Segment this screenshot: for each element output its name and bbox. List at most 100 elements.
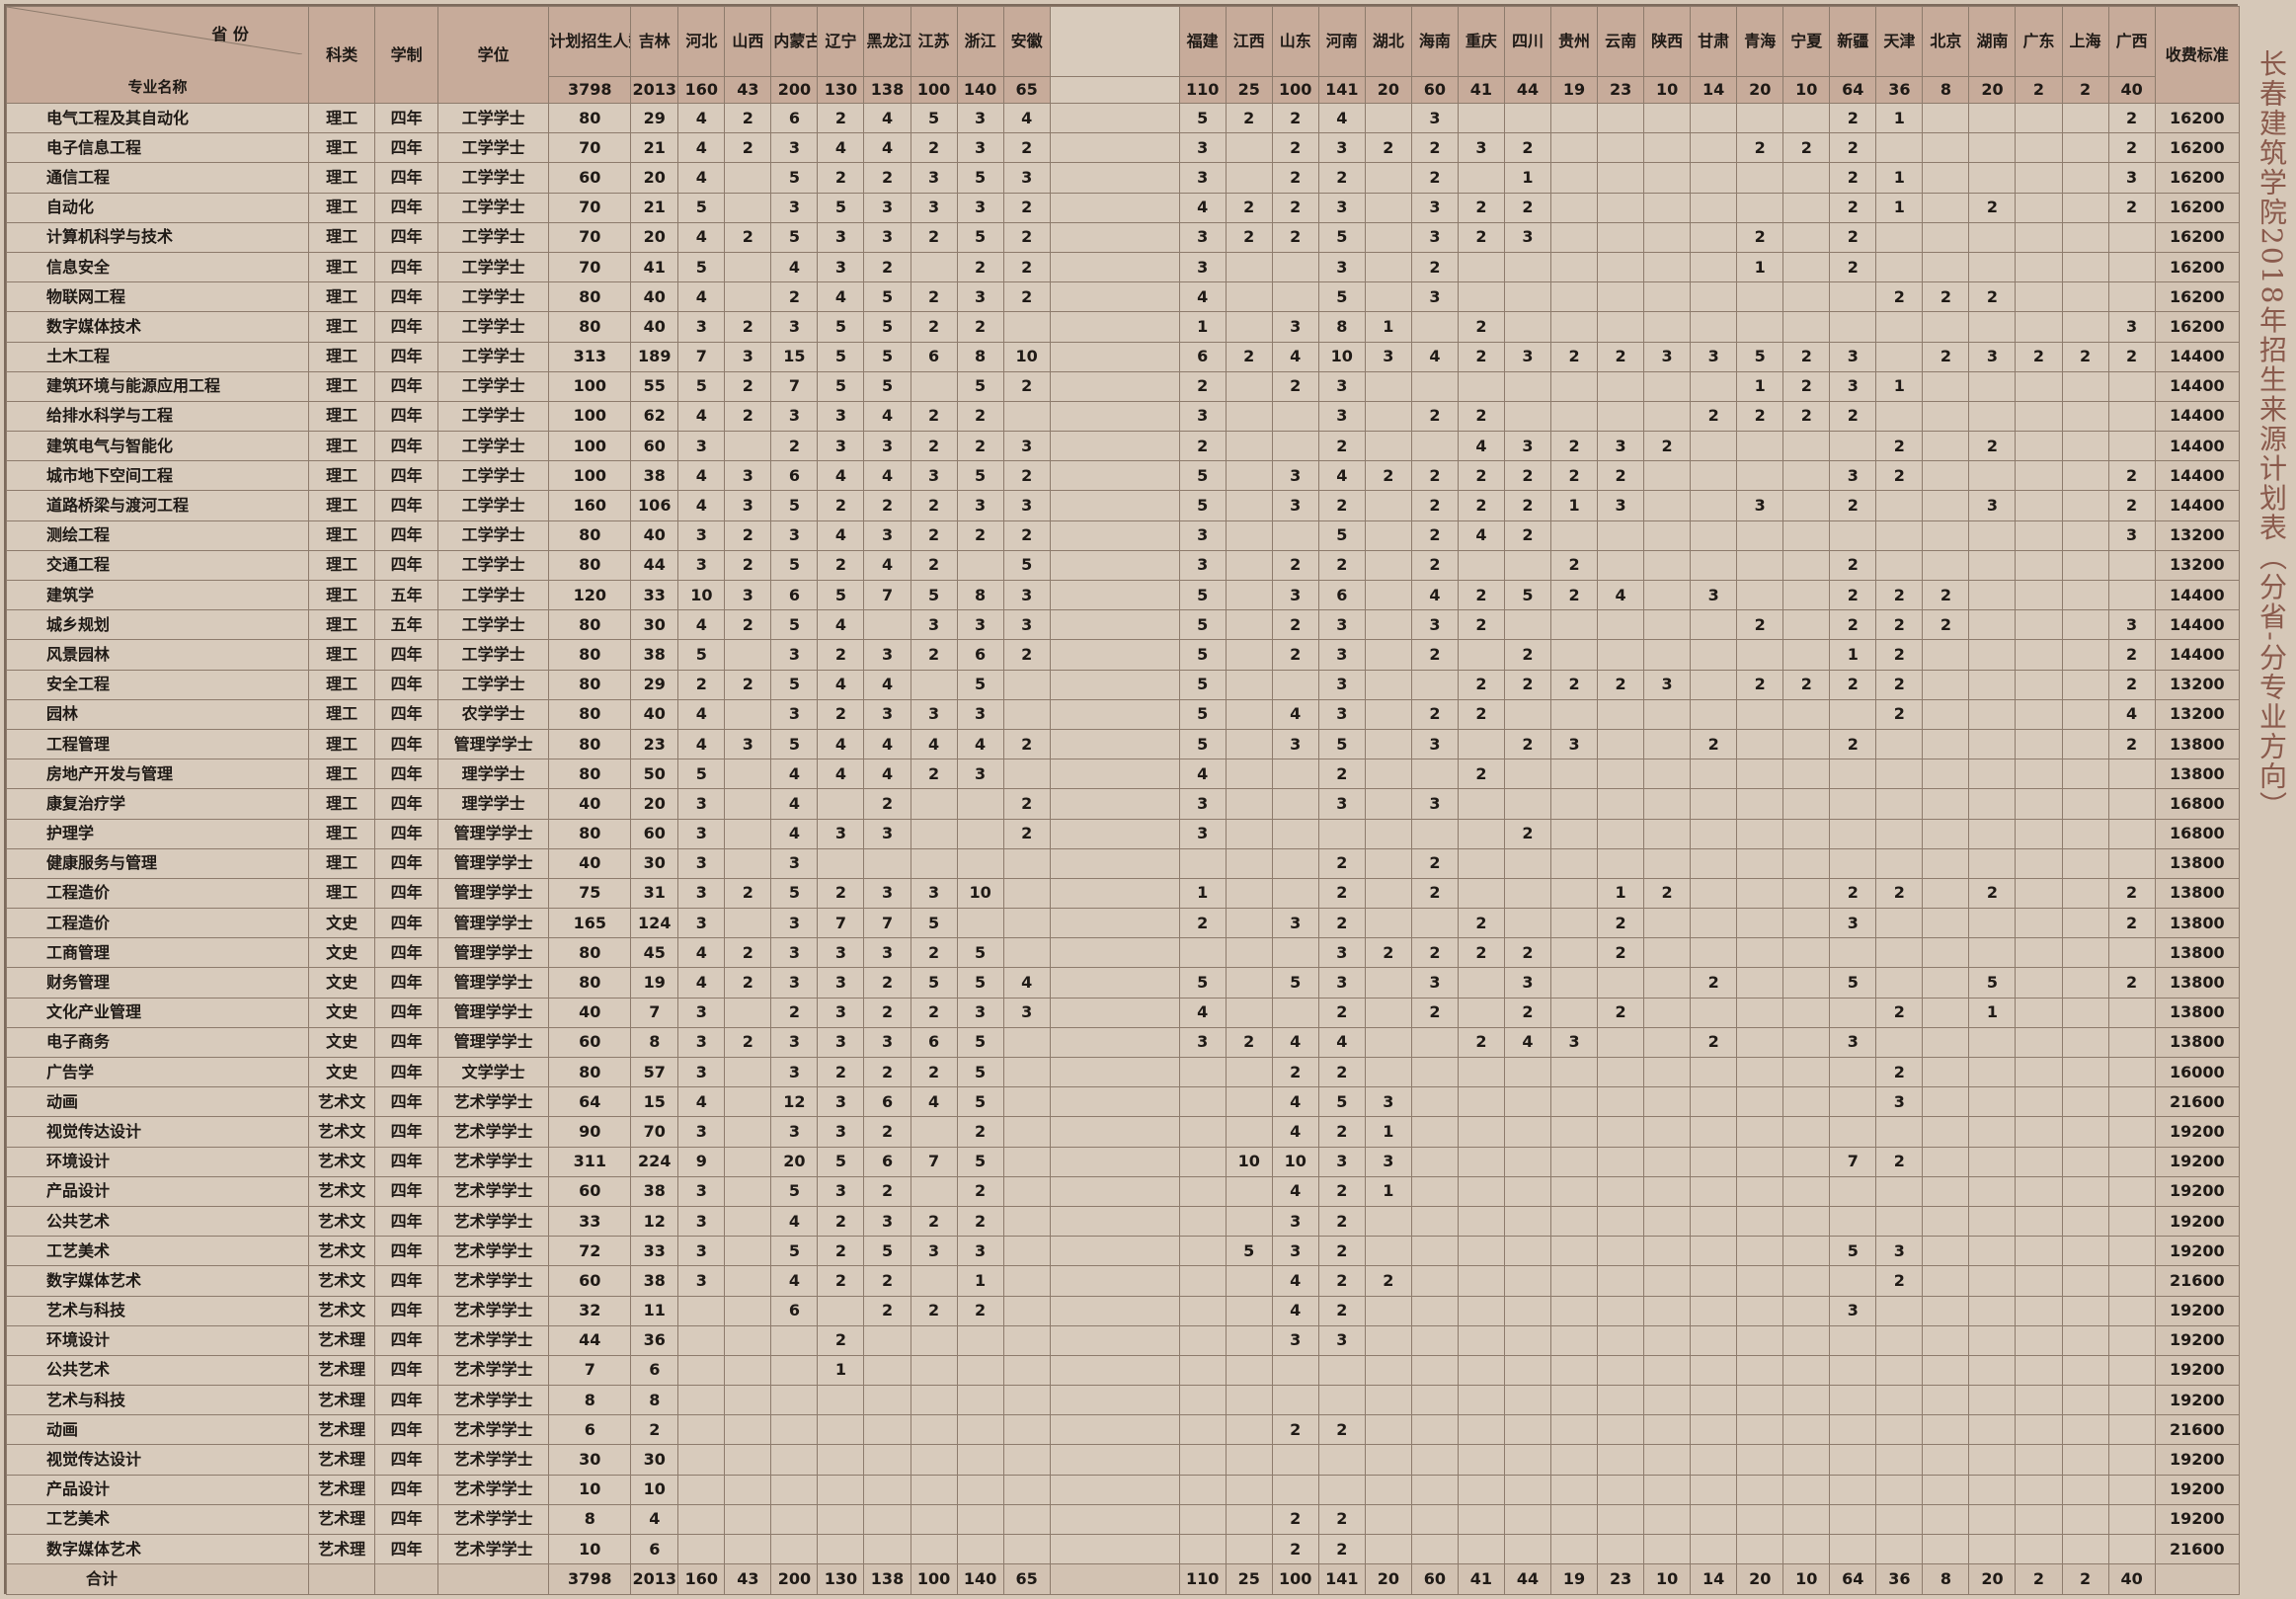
gap-cell [1049, 967, 1180, 999]
province-total: 140 [956, 76, 1004, 104]
province-count-cell: 3 [1271, 490, 1319, 521]
province-count-cell [1549, 102, 1599, 134]
province-count-cell [1690, 609, 1738, 641]
footer-province-total: 2 [2015, 1563, 2063, 1596]
province-count-cell: 2 [1271, 639, 1319, 671]
category-cell: 理工 [307, 877, 376, 910]
province-count-cell [1549, 1146, 1599, 1177]
province-count-cell [1922, 431, 1970, 462]
province-count-cell [910, 1503, 958, 1536]
province-count-cell [1271, 281, 1319, 313]
province-count-cell [1597, 1146, 1645, 1177]
province-count-cell [724, 1385, 772, 1416]
footer-province-total [1049, 1563, 1180, 1596]
province-count-cell: 5 [1317, 520, 1366, 551]
province-count-cell [2061, 370, 2109, 402]
province-count-cell [1922, 1056, 1970, 1088]
province-count-cell: 3 [1317, 967, 1366, 999]
province-count-cell: 2 [956, 400, 1004, 433]
footer-province-total: 40 [2107, 1563, 2156, 1596]
province-count-cell: 3 [677, 311, 726, 343]
province-count-cell: 1 [956, 1265, 1004, 1297]
province-count-cell: 2 [1875, 1146, 1924, 1177]
province-count-cell: 4 [1410, 579, 1459, 611]
province-count-cell: 3 [724, 341, 772, 372]
province-count-cell [1829, 1324, 1877, 1356]
major-name: 数字媒体艺术 [6, 1533, 309, 1565]
duration-cell: 四年 [374, 1265, 438, 1297]
degree-cell: 艺术学学士 [436, 1146, 550, 1177]
province-count-cell [910, 1116, 958, 1148]
category-cell: 理工 [307, 311, 376, 343]
footer-province-total: 2013 [630, 1563, 679, 1596]
province-count-cell [1364, 669, 1412, 700]
province-count-cell [1782, 1265, 1831, 1297]
province-header: 江西 [1225, 6, 1273, 77]
province-count-cell [1225, 490, 1273, 521]
province-count-cell: 2 [1829, 728, 1877, 760]
footer-plan-total: 3798 [548, 1563, 632, 1596]
province-count-cell [910, 1175, 958, 1207]
province-count-cell: 2 [1503, 997, 1552, 1028]
province-count-cell [1782, 1116, 1831, 1148]
duration-cell: 四年 [374, 1385, 438, 1416]
province-count-cell [1317, 1474, 1366, 1505]
province-header: 安徽 [1002, 6, 1051, 77]
duration-cell: 四年 [374, 162, 438, 194]
province-header: 上海 [2061, 6, 2109, 77]
category-cell: 理工 [307, 609, 376, 641]
province-count-cell [770, 1533, 819, 1565]
province-count-cell: 3 [956, 1236, 1004, 1267]
province-total: 110 [1178, 76, 1227, 104]
province-count-cell: 45 [630, 937, 679, 969]
province-count-cell: 5 [817, 579, 865, 611]
province-count-cell [1643, 370, 1692, 402]
fee-cell: 21600 [2154, 1414, 2241, 1446]
province-count-cell [1782, 937, 1831, 969]
province-count-cell: 1 [1549, 490, 1599, 521]
province-count-cell: 5 [770, 1236, 819, 1267]
plan-count-cell: 80 [548, 818, 632, 849]
degree-cell: 管理学学士 [436, 1026, 550, 1059]
province-count-cell: 3 [1002, 609, 1051, 641]
duration-cell: 四年 [374, 759, 438, 790]
province-count-cell: 3 [956, 192, 1004, 223]
footer-province-total: 60 [1410, 1563, 1459, 1596]
province-count-cell: 3 [1317, 370, 1366, 402]
province-count-cell [724, 639, 772, 671]
province-count-cell: 3 [863, 877, 911, 910]
major-name: 视觉传达设计 [6, 1444, 309, 1476]
province-count-cell [1782, 877, 1831, 910]
province-count-cell [1875, 1474, 1924, 1505]
province-count-cell [1597, 1026, 1645, 1059]
province-count-cell [1410, 1116, 1459, 1148]
province-count-cell: 5 [1317, 728, 1366, 760]
gap-cell [1049, 639, 1180, 671]
gap-cell [1049, 281, 1180, 313]
province-count-cell: 2 [1503, 669, 1552, 700]
province-count-cell: 2 [1317, 759, 1366, 790]
province-count-cell: 2 [1317, 1295, 1366, 1326]
province-count-cell: 3 [770, 192, 819, 223]
gap-cell [1049, 251, 1180, 283]
gap-cell [1049, 877, 1180, 910]
province-count-cell: 2 [1875, 669, 1924, 700]
province-count-cell: 4 [1271, 341, 1319, 372]
province-total: 20 [1364, 76, 1412, 104]
province-count-cell: 2 [863, 1056, 911, 1088]
province-count-cell [2061, 1385, 2109, 1416]
province-count-cell: 5 [1829, 967, 1877, 999]
province-count-cell [1968, 609, 2017, 641]
gap-cell [1049, 1205, 1180, 1238]
province-count-cell [1364, 1354, 1412, 1387]
province-count-cell [1922, 847, 1970, 879]
duration-cell: 四年 [374, 1175, 438, 1207]
province-count-cell [1736, 311, 1784, 343]
province-count-cell [956, 1414, 1004, 1446]
province-count-cell: 2 [724, 549, 772, 582]
province-count-cell [1922, 311, 1970, 343]
province-count-cell [1549, 1444, 1599, 1476]
category-cell: 文史 [307, 937, 376, 969]
province-count-cell [1549, 1265, 1599, 1297]
province-count-cell [1922, 1146, 1970, 1177]
